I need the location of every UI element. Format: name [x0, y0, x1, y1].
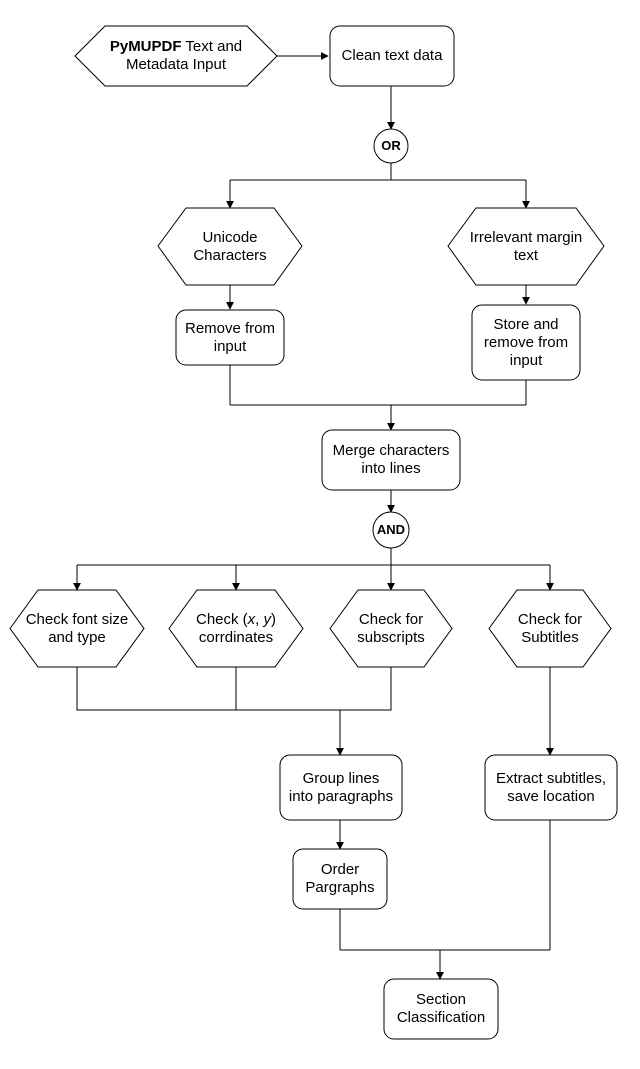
and-label: AND: [377, 522, 405, 538]
flowchart-canvas: PyMUPDF Text and Metadata Input Clean te…: [0, 0, 640, 1069]
gate-or: OR: [374, 129, 408, 163]
xy-y: y: [264, 611, 272, 628]
sub-line1: Check for: [359, 611, 423, 628]
section-line2: Classification: [397, 1009, 485, 1026]
margin-line2: text: [514, 247, 538, 264]
node-extract-subtitles: Extract subtitles, save location: [485, 755, 617, 820]
node-check-subscripts: Check for subscripts: [330, 590, 452, 667]
node-input: PyMUPDF Text and Metadata Input: [75, 26, 277, 86]
store-line2: remove from: [484, 334, 568, 351]
clean-label: Clean text data: [342, 47, 443, 65]
store-line3: input: [510, 352, 543, 369]
or-label: OR: [381, 138, 401, 154]
order-line1: Order: [321, 861, 359, 878]
node-check-xy: Check (x, y) corrdinates: [169, 590, 303, 667]
remove-line1: Remove from: [185, 320, 275, 337]
unicode-line1: Unicode: [202, 229, 257, 246]
group-line2: into paragraphs: [289, 788, 393, 805]
node-order: Order Pargraphs: [293, 849, 387, 909]
merge-line2: into lines: [361, 460, 420, 477]
input-label-bold: PyMUPDF: [110, 38, 182, 55]
section-line1: Section: [416, 991, 466, 1008]
node-store-remove: Store and remove from input: [472, 305, 580, 380]
node-check-subtitles: Check for Subtitles: [489, 590, 611, 667]
xy-b: ): [271, 611, 276, 628]
subtitle-line1: Check for: [518, 611, 582, 628]
extract-line1: Extract subtitles,: [496, 770, 606, 787]
node-clean-text: Clean text data: [330, 26, 454, 86]
font-line1: Check font size: [26, 611, 129, 628]
node-group-lines: Group lines into paragraphs: [280, 755, 402, 820]
font-line2: and type: [48, 629, 106, 646]
extract-line2: save location: [507, 788, 595, 805]
group-line1: Group lines: [303, 770, 380, 787]
node-margin-text: Irrelevant margin text: [448, 208, 604, 285]
order-line2: Pargraphs: [305, 879, 374, 896]
node-unicode: Unicode Characters: [158, 208, 302, 285]
store-line1: Store and: [493, 316, 558, 333]
margin-line1: Irrelevant margin: [470, 229, 583, 246]
xy-line2: corrdinates: [199, 629, 273, 646]
merge-line1: Merge characters: [333, 442, 450, 459]
input-label-rest: Text and: [182, 38, 243, 55]
gate-and: AND: [373, 512, 409, 548]
node-remove-input: Remove from input: [176, 310, 284, 365]
node-check-font: Check font size and type: [10, 590, 144, 667]
xy-comma: ,: [255, 611, 263, 628]
node-section: Section Classification: [384, 979, 498, 1039]
unicode-line2: Characters: [193, 247, 266, 264]
node-merge: Merge characters into lines: [322, 430, 460, 490]
input-label-line2: Metadata Input: [126, 56, 226, 73]
subtitle-line2: Subtitles: [521, 629, 579, 646]
sub-line2: subscripts: [357, 629, 425, 646]
remove-line2: input: [214, 338, 247, 355]
xy-a: Check (: [196, 611, 248, 628]
